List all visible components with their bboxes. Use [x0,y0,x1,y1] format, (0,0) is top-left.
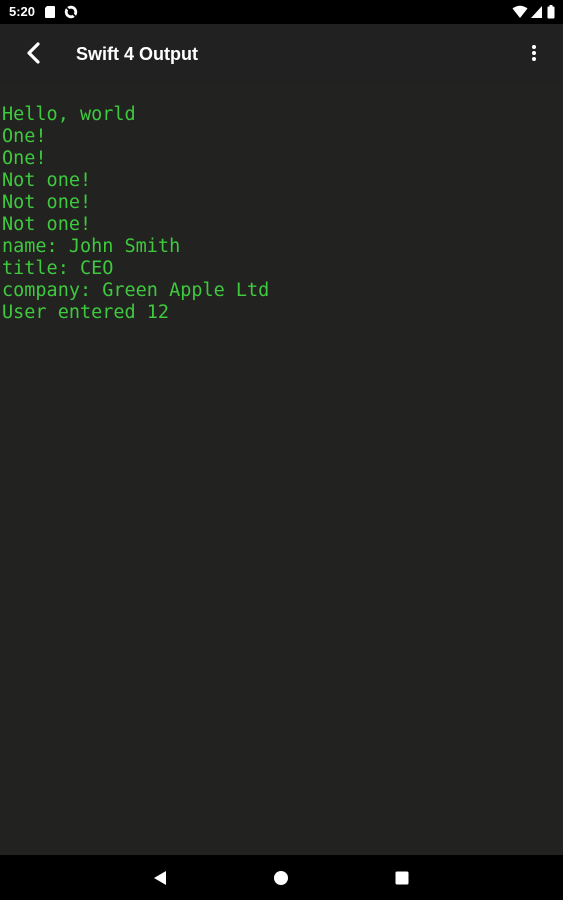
home-circle-icon [274,871,288,885]
output-line: Not one! [2,192,92,213]
output-line: Hello, world [2,104,136,125]
page-title: Swift 4 Output [76,44,198,64]
output-lines: Hello, world One! One! Not one! Not one!… [2,104,269,324]
output-line: name: John Smith [2,236,181,257]
overflow-menu-icon [532,45,536,61]
output-line: title: CEO [2,258,114,279]
back-triangle-icon [154,871,166,885]
chevron-left-icon [27,42,40,64]
output-line: User entered 12 [2,302,170,323]
output-line: company: Green Apple Ltd [2,280,270,301]
nav-recents-button[interactable] [389,865,415,891]
navigation-bar [0,855,563,900]
wifi-icon [512,5,528,18]
back-button[interactable] [17,36,51,70]
app-bar: Swift 4 Output [0,24,563,83]
nav-home-button[interactable] [268,865,294,891]
status-time: 5:20 [9,4,36,19]
sd-card-icon [45,6,55,18]
sync-disabled-icon [64,5,78,19]
status-bar: 5:20 [0,0,563,24]
output-line: One! [2,148,47,169]
output-line: Not one! [2,214,92,235]
recents-square-icon [395,871,409,885]
output-console[interactable]: Hello, world One! One! Not one! Not one!… [0,83,563,855]
overflow-menu-button[interactable] [519,37,549,69]
battery-icon [547,5,555,19]
nav-back-button[interactable] [147,865,173,891]
cellular-signal-icon [531,6,542,18]
output-line: One! [2,126,47,147]
output-line: Not one! [2,170,92,191]
